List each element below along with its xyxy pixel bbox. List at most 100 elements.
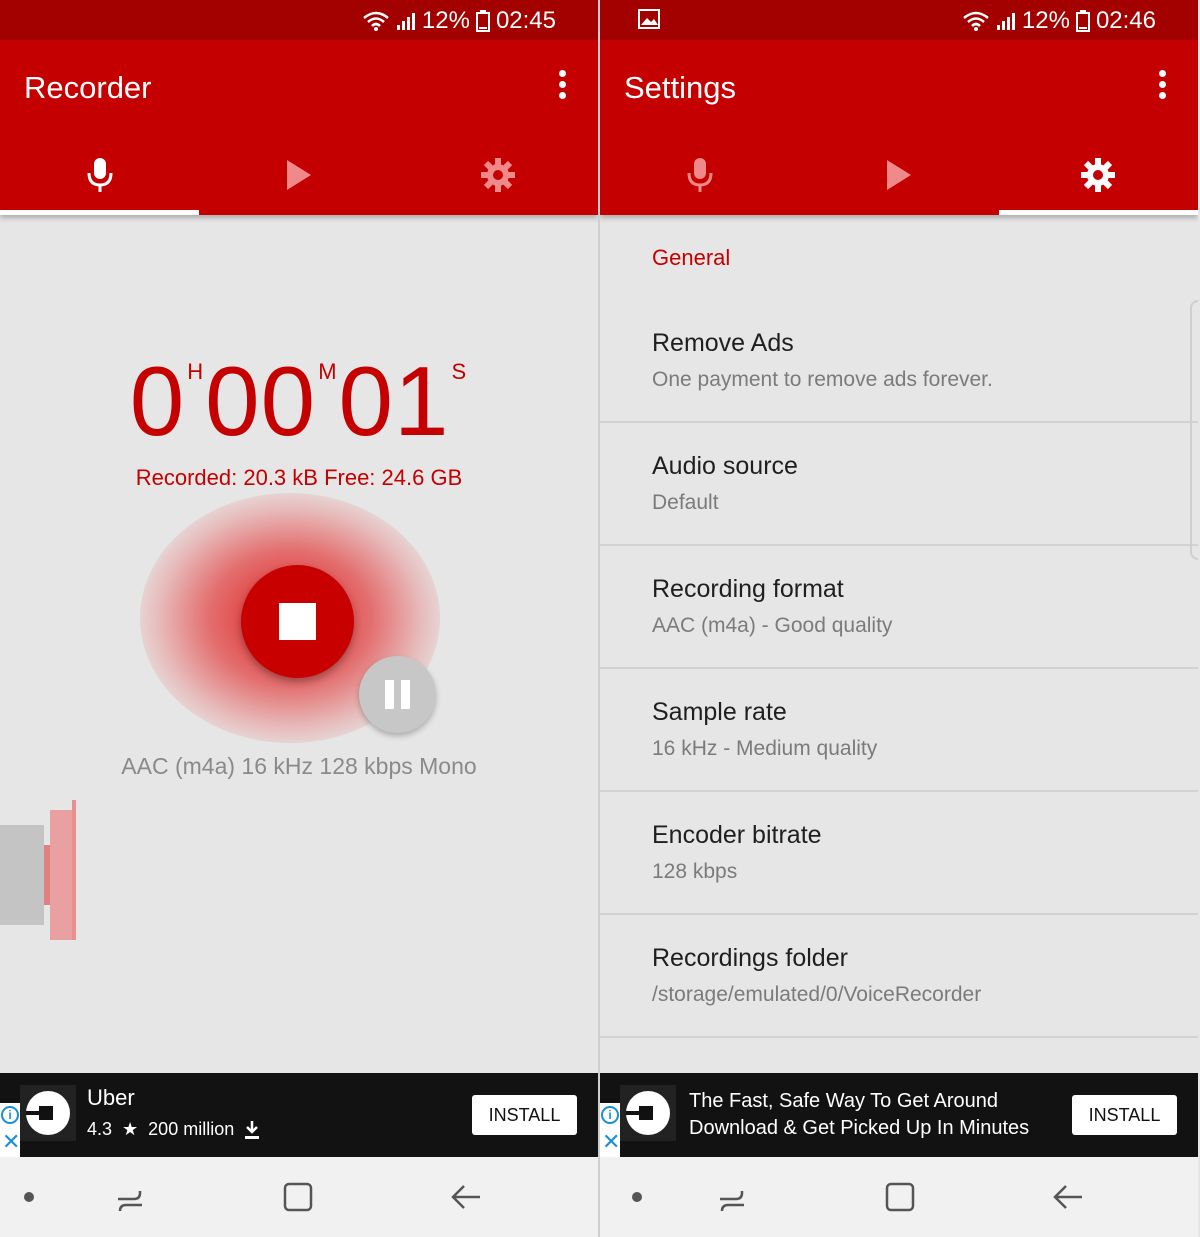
setting-recording-format[interactable]: Recording format AAC (m4a) - Good qualit… xyxy=(600,546,1198,669)
star-icon: ★ xyxy=(122,1119,139,1139)
tab-settings[interactable] xyxy=(399,135,598,215)
battery-percent: 12% xyxy=(1021,7,1070,34)
elapsed-timer: 0H00M01S xyxy=(0,345,598,458)
recording-size-info: Recorded: 20.3 kB Free: 24.6 GB xyxy=(135,465,463,490)
install-button[interactable]: INSTALL xyxy=(1072,1095,1177,1135)
signal-icon xyxy=(996,13,1015,30)
back-icon[interactable] xyxy=(446,1177,486,1217)
tab-bar xyxy=(0,135,598,215)
setting-sample-rate[interactable]: Sample rate 16 kHz - Medium quality xyxy=(600,669,1198,792)
tab-record[interactable] xyxy=(600,135,799,215)
system-nav-bar xyxy=(0,1157,598,1237)
recents-icon[interactable] xyxy=(712,1177,752,1217)
ad-downloads: 200 million xyxy=(148,1119,235,1139)
nav-dot-icon xyxy=(24,1192,34,1202)
battery-icon xyxy=(475,10,490,32)
stop-icon xyxy=(279,603,316,640)
setting-recordings-folder[interactable]: Recordings folder /storage/emulated/0/Vo… xyxy=(600,915,1198,1038)
ad-banner[interactable]: i ✕ Uber 4.3 ★ 200 million INSTALL xyxy=(0,1073,598,1157)
setting-title: Audio source xyxy=(652,452,798,480)
settings-gear-icon xyxy=(1081,158,1116,192)
setting-subtitle: AAC (m4a) - Good quality xyxy=(652,614,893,637)
mic-icon xyxy=(687,158,713,192)
setting-encoder-bitrate[interactable]: Encoder bitrate 128 kbps xyxy=(600,792,1198,915)
page-title: Recorder xyxy=(24,70,152,105)
nav-dot-icon xyxy=(632,1192,642,1202)
setting-subtitle: Default xyxy=(652,491,719,514)
edge-panel-handle[interactable] xyxy=(1190,300,1198,560)
timer-hours: 0 xyxy=(129,346,186,456)
ad-info-icon[interactable]: i xyxy=(601,1106,619,1124)
tab-play[interactable] xyxy=(199,135,398,215)
recents-icon[interactable] xyxy=(110,1177,150,1217)
setting-remove-ads[interactable]: Remove Ads One payment to remove ads for… xyxy=(600,300,1198,423)
system-nav-bar xyxy=(600,1157,1198,1237)
ad-choices: i ✕ xyxy=(600,1103,620,1157)
timer-seconds: 01 xyxy=(338,346,450,456)
clock: 02:46 xyxy=(1095,7,1156,34)
tab-bar xyxy=(600,135,1198,215)
setting-title: Remove Ads xyxy=(652,329,794,357)
settings-screen: 12% 02:46 Settings General Remove Ads On… xyxy=(600,0,1198,1237)
back-icon[interactable] xyxy=(1048,1177,1088,1217)
signal-icon xyxy=(396,13,415,30)
home-icon[interactable] xyxy=(278,1177,318,1217)
page-title: Settings xyxy=(624,70,737,105)
clock: 02:45 xyxy=(495,7,556,34)
stop-button[interactable] xyxy=(241,565,354,678)
wifi-icon xyxy=(963,11,989,31)
ad-close-icon[interactable]: ✕ xyxy=(2,1131,20,1153)
ad-text: The Fast, Safe Way To Get Around Downloa… xyxy=(689,1088,1029,1142)
pause-icon-bar xyxy=(401,680,410,709)
ad-info-icon[interactable]: i xyxy=(1,1106,19,1124)
setting-audio-source[interactable]: Audio source Default xyxy=(600,423,1198,546)
more-vert-icon[interactable] xyxy=(554,70,570,106)
pause-icon xyxy=(385,680,394,709)
waveform xyxy=(0,800,76,940)
status-bar: 12% 02:45 xyxy=(0,0,598,40)
setting-title: Encoder bitrate xyxy=(652,821,822,849)
app-bar: Recorder xyxy=(0,40,598,215)
recorder-screen: 12% 02:45 Recorder 0H00M01S Recorded: 20… xyxy=(0,0,598,1237)
ad-app-icon xyxy=(20,1085,76,1141)
setting-subtitle: 128 kbps xyxy=(652,860,738,883)
timer-minutes: 00 xyxy=(205,346,317,456)
ad-meta: 4.3 ★ 200 million xyxy=(87,1119,260,1140)
ad-choices: i ✕ xyxy=(0,1103,20,1157)
setting-subtitle: 16 kHz - Medium quality xyxy=(652,737,878,760)
more-vert-icon[interactable] xyxy=(1154,70,1170,106)
gallery-icon xyxy=(638,9,660,29)
ad-title: Uber xyxy=(87,1085,135,1110)
ad-banner[interactable]: i ✕ The Fast, Safe Way To Get Around Dow… xyxy=(600,1073,1198,1157)
ad-rating: 4.3 xyxy=(87,1119,113,1139)
timer-seconds-unit: S xyxy=(451,359,467,384)
ad-line-2: Download & Get Picked Up In Minutes xyxy=(689,1117,1030,1139)
ad-line-1: The Fast, Safe Way To Get Around xyxy=(689,1090,999,1112)
battery-icon xyxy=(1075,10,1090,32)
ad-close-icon[interactable]: ✕ xyxy=(602,1131,620,1153)
setting-subtitle: /storage/emulated/0/VoiceRecorder xyxy=(652,983,982,1006)
app-bar: Settings xyxy=(600,40,1198,215)
status-bar: 12% 02:46 xyxy=(600,0,1198,40)
wifi-icon xyxy=(363,11,389,31)
install-button[interactable]: INSTALL xyxy=(472,1095,577,1135)
play-icon xyxy=(886,160,911,190)
battery-percent: 12% xyxy=(421,7,470,34)
download-icon xyxy=(245,1120,260,1139)
tab-play[interactable] xyxy=(799,135,998,215)
pause-button[interactable] xyxy=(359,656,436,733)
timer-hours-unit: H xyxy=(187,359,204,384)
mic-icon xyxy=(87,158,113,192)
ad-app-icon xyxy=(620,1085,676,1141)
timer-minutes-unit: M xyxy=(318,359,337,384)
setting-title: Sample rate xyxy=(652,698,787,726)
play-icon xyxy=(286,160,311,190)
settings-gear-icon xyxy=(481,158,516,192)
tab-record[interactable] xyxy=(0,135,200,215)
recording-format-info: AAC (m4a) 16 kHz 128 kbps Mono xyxy=(121,753,477,779)
home-icon[interactable] xyxy=(880,1177,920,1217)
tab-settings[interactable] xyxy=(998,135,1198,215)
section-header-general: General xyxy=(652,245,731,270)
setting-subtitle: One payment to remove ads forever. xyxy=(652,368,993,391)
setting-title: Recording format xyxy=(652,575,844,603)
